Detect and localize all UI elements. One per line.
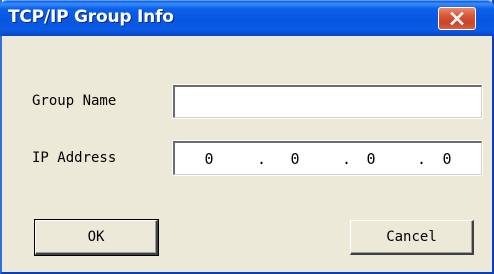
ip-separator: . [342,150,352,168]
ok-button[interactable]: OK [34,219,159,256]
ip-address-input[interactable]: 0 . 0 . 0 . 0 [172,140,483,176]
tcpip-group-info-dialog: TCP/IP Group Info Group Name IP Address … [0,0,494,274]
ip-octet-2[interactable]: 0 [275,150,315,168]
ip-separator: . [417,150,427,168]
group-name-input[interactable] [172,84,483,119]
ip-separator: . [257,150,267,168]
ok-button-label: OK [87,229,105,245]
ip-octet-4[interactable]: 0 [427,150,467,168]
window-title: TCP/IP Group Info [8,7,174,27]
cancel-button[interactable]: Cancel [350,220,474,255]
cancel-button-label: Cancel [386,229,437,245]
close-button[interactable] [438,7,476,30]
title-bar[interactable]: TCP/IP Group Info [0,0,494,36]
ip-address-label: IP Address [32,150,117,166]
group-name-label: Group Name [32,93,117,109]
close-icon [450,12,464,25]
ip-octet-1[interactable]: 0 [189,150,229,168]
ip-octet-3[interactable]: 0 [351,150,391,168]
